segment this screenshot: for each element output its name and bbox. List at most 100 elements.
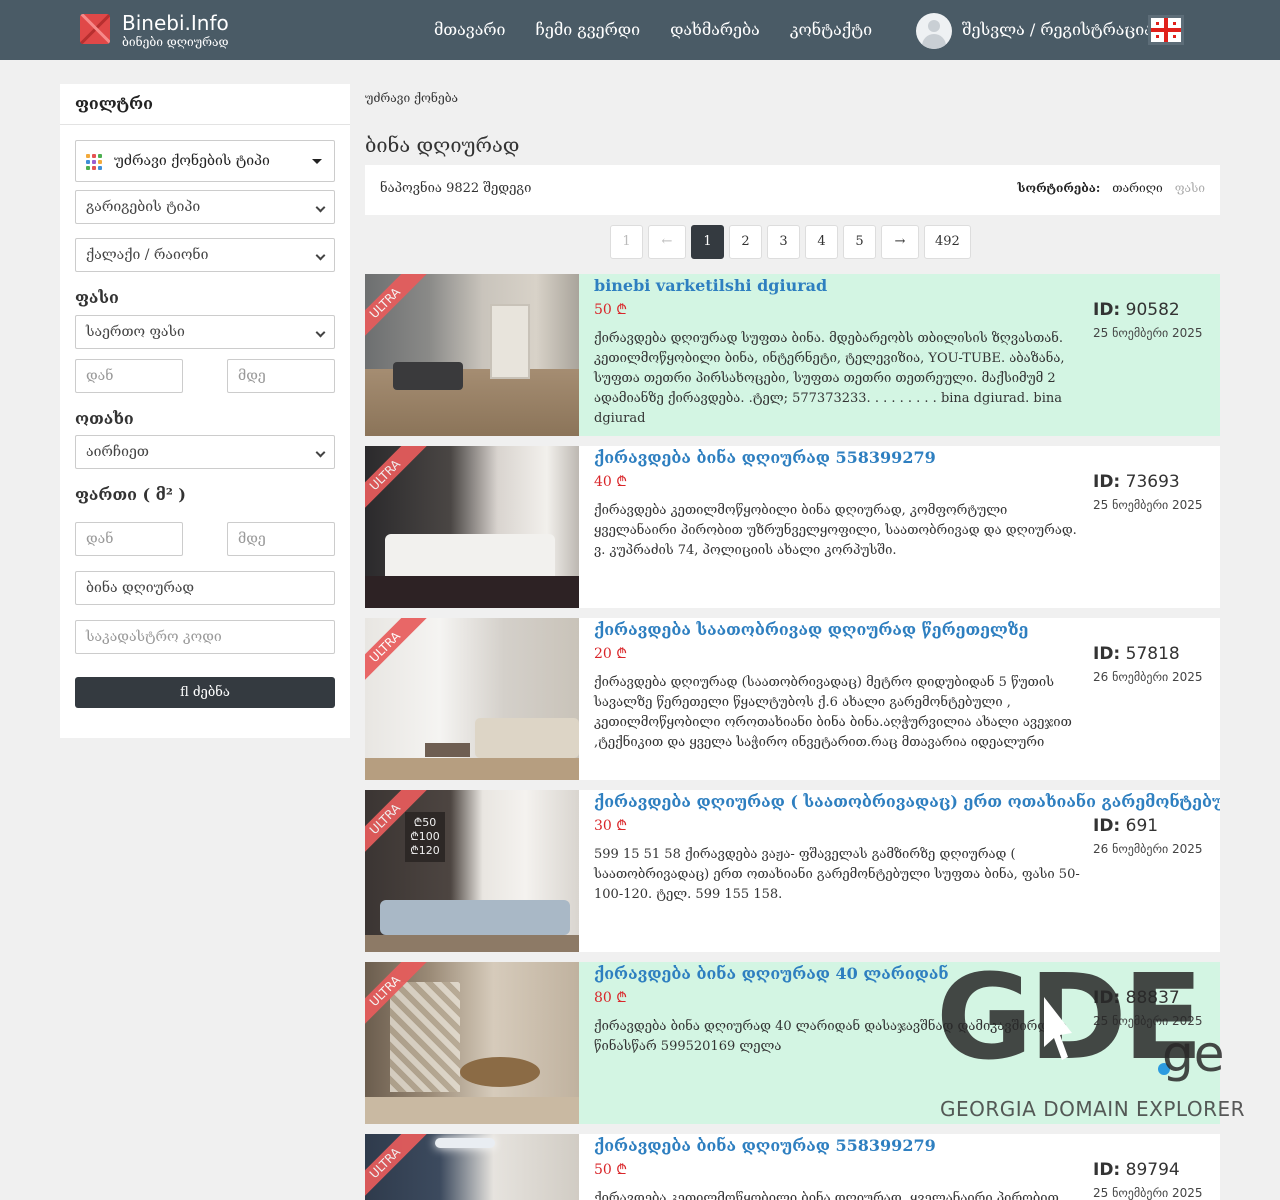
listing-id: ID: 57818: [1093, 644, 1180, 664]
listing-title[interactable]: ქირავდება ბინა დღიურად 558399279: [594, 1136, 936, 1155]
watermark-subtitle: GEORGIA DOMAIN EXPLORER: [940, 1097, 1246, 1121]
listing-photo[interactable]: ULTRA: [365, 446, 579, 608]
results-toolbar: ნაპოვნია 9822 შედეგი სორტირება: თარიღი ფ…: [365, 165, 1220, 215]
site-name[interactable]: Binebi.Info: [122, 11, 229, 35]
listing-card[interactable]: ULTRA ქირავდება ბინა დღიურად 558399279 5…: [365, 1134, 1220, 1200]
keyword-input[interactable]: ბინა დღიურად: [75, 571, 335, 605]
listing-description: ქირავდება დღიურად სუფთა ბინა. მდებარეობს…: [594, 331, 1065, 426]
listing-title[interactable]: ქირავდება ბინა დღიურად 40 ლარიდან: [594, 964, 949, 983]
listing-photo[interactable]: ₾50 ₾100 ₾120 ULTRA: [365, 790, 579, 952]
page-prev[interactable]: ←: [648, 225, 686, 259]
filter-sidebar: ფილტრი უძრავი ქონების ტიპი გარიგების ტიპ…: [60, 84, 350, 738]
listing-price: 40 ₾: [594, 474, 628, 490]
id-value: 57818: [1125, 644, 1180, 664]
listing-date: 26 ნოემბერი 2025: [1093, 670, 1203, 684]
listing-photo[interactable]: ULTRA: [365, 1134, 579, 1200]
page-2[interactable]: 2: [729, 225, 762, 259]
price-label: ფასი: [75, 288, 119, 307]
divider: [60, 124, 350, 125]
listing-date: 26 ნოემბერი 2025: [1093, 842, 1203, 856]
page-next[interactable]: →: [881, 225, 919, 259]
gde-watermark-logo: GDE ge GEORGIA DOMAIN EXPLORER: [936, 948, 1246, 1125]
property-type-dropdown[interactable]: უძრავი ქონების ტიპი: [75, 140, 335, 182]
chevron-down-icon: [315, 202, 326, 213]
listing-title[interactable]: ქირავდება საათობრივად დღიურად წერეთელზე: [594, 620, 1028, 639]
listing-title[interactable]: ქირავდება ბინა დღიურად 558399279: [594, 448, 936, 467]
city-select[interactable]: ქალაქი / რაიონი: [75, 238, 335, 272]
cadastral-code-input[interactable]: საკადასტრო კოდი: [75, 620, 335, 654]
listing-description: ქირავდება დღიურად (საათობრივადაც) მეტრო …: [594, 675, 1072, 750]
id-value: 691: [1125, 816, 1159, 836]
nav-help[interactable]: დახმარება: [670, 20, 760, 39]
listing-price: 30 ₾: [594, 818, 628, 834]
deal-type-select[interactable]: გარიგების ტიპი: [75, 190, 335, 224]
page-4[interactable]: 4: [805, 225, 838, 259]
top-navbar: Binebi.Info ბინები დღიურად მთავარი ჩემი …: [0, 0, 1280, 60]
nav-my-page[interactable]: ჩემი გვერდი: [536, 20, 641, 39]
area-from-input[interactable]: დან: [75, 522, 183, 556]
area-to-input[interactable]: მდე: [227, 522, 335, 556]
chevron-down-icon: [315, 250, 326, 261]
id-label: ID:: [1093, 1160, 1121, 1180]
sort-by-date[interactable]: თარიღი: [1112, 181, 1162, 195]
ultra-ribbon: ULTRA: [365, 1134, 434, 1200]
ultra-ribbon: ULTRA: [365, 618, 434, 696]
page-5[interactable]: 5: [843, 225, 876, 259]
room-label: ოთახი: [75, 409, 134, 428]
listing-description: ქირავდება კეთილმოწყობილი ბინა დღიურად, კ…: [594, 503, 1077, 558]
property-type-value: უძრავი ქონების ტიპი: [114, 153, 270, 169]
site-tagline: ბინები დღიურად: [122, 35, 229, 49]
id-value: 89794: [1125, 1160, 1180, 1180]
listing-card[interactable]: ULTRA binebi varketilshi dgiurad 50 ₾ ქი…: [365, 274, 1220, 436]
listing-title[interactable]: binebi varketilshi dgiurad: [594, 276, 827, 295]
login-register-link[interactable]: შესვლა / რეგისტრაცია: [962, 20, 1153, 39]
sort-by-price[interactable]: ფასი: [1175, 181, 1205, 195]
price-from-input[interactable]: დან: [75, 359, 183, 393]
id-value: 73693: [1125, 472, 1180, 492]
listing-price: 20 ₾: [594, 646, 628, 662]
listing-id: ID: 73693: [1093, 472, 1180, 492]
price-to-input[interactable]: მდე: [227, 359, 335, 393]
page-3[interactable]: 3: [767, 225, 800, 259]
listing-photo[interactable]: ULTRA: [365, 618, 579, 780]
id-label: ID:: [1093, 300, 1121, 320]
price-type-select[interactable]: საერთო ფასი: [75, 315, 335, 349]
results-count: ნაპოვნია 9822 შედეგი: [380, 181, 532, 196]
price-board-icon: ₾50 ₾100 ₾120: [405, 812, 445, 862]
listing-photo[interactable]: ULTRA: [365, 962, 579, 1124]
room-value: აირჩიეთ: [86, 444, 149, 460]
listing-price: 50 ₾: [594, 302, 628, 318]
page-first[interactable]: 1: [610, 225, 643, 259]
room-select[interactable]: აირჩიეთ: [75, 435, 335, 469]
area-label: ფართი ( მ² ): [75, 485, 186, 504]
search-button[interactable]: fl ძებნა: [75, 677, 335, 708]
id-label: ID:: [1093, 472, 1121, 492]
listing-price: 80 ₾: [594, 990, 628, 1006]
listing-date: 25 ნოემბერი 2025: [1093, 326, 1203, 340]
listing-id: ID: 89794: [1093, 1160, 1180, 1180]
breadcrumb[interactable]: უძრავი ქონება: [365, 91, 458, 105]
listing-card[interactable]: ₾50 ₾100 ₾120 ULTRA ქირავდება დღიურად ( სა…: [365, 790, 1220, 952]
listing-title[interactable]: ქირავდება დღიურად ( საათობრივადაც) ერთ ო…: [594, 792, 1220, 811]
listing-card[interactable]: ULTRA ქირავდება ბინა დღიურად 558399279 4…: [365, 446, 1220, 608]
pagination: 1 ← 1 2 3 4 5 → 492: [610, 225, 976, 259]
listing-date: 25 ნოემბერი 2025: [1093, 498, 1203, 512]
id-label: ID:: [1093, 816, 1121, 836]
nav-home[interactable]: მთავარი: [434, 20, 506, 39]
listing-card[interactable]: ULTRA ქირავდება საათობრივად დღიურად წერე…: [365, 618, 1220, 780]
listing-description: ქირავდება კეთილმოწყობილი ბინა დღიურად, ყ…: [594, 1191, 1059, 1200]
listing-photo[interactable]: ULTRA: [365, 274, 579, 436]
nav-contact[interactable]: კონტაქტი: [790, 20, 872, 39]
page-1[interactable]: 1: [691, 225, 724, 259]
georgia-flag-icon[interactable]: [1148, 15, 1184, 45]
listing-date: 25 ნოემბერი 2025: [1093, 1186, 1203, 1200]
user-avatar-icon[interactable]: [916, 13, 952, 49]
sort-controls: სორტირება: თარიღი ფასი: [1018, 181, 1205, 195]
city-value: ქალაქი / რაიონი: [86, 247, 209, 263]
listing-price: 50 ₾: [594, 1162, 628, 1178]
page-last[interactable]: 492: [924, 225, 971, 259]
chevron-down-icon: [315, 447, 326, 458]
site-logo-icon[interactable]: [80, 14, 110, 46]
category-grid-icon: [86, 154, 102, 170]
listing-description: 599 15 51 58 ქირავდება ვაჟა- ფშაველას გა…: [594, 847, 1080, 902]
